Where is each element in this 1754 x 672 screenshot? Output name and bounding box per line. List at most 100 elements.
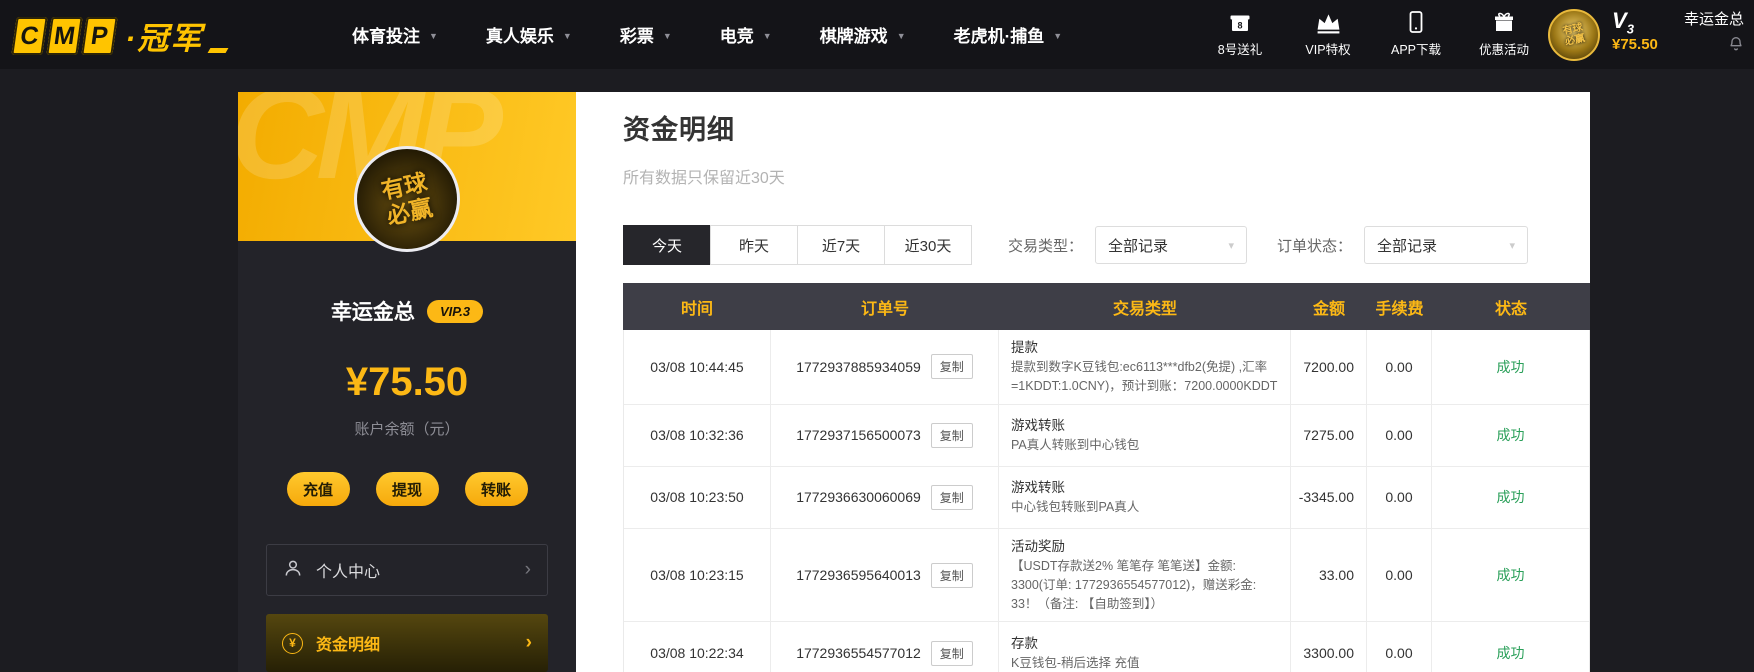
nav-item-slots-fishing[interactable]: 老虎机·捕鱼 ▼ xyxy=(954,22,1063,47)
quick-link-vip[interactable]: VIP特权 xyxy=(1296,8,1360,58)
cell-time: 03/08 10:23:15 xyxy=(624,528,771,623)
cell-amount: 33.00 xyxy=(1291,528,1367,623)
cell-order: 1772937885934059 复制 xyxy=(771,330,999,405)
table-row: 03/08 10:44:45 1772937885934059 复制 提款 提款… xyxy=(624,330,1589,405)
sidebar-item-label: 个人中心 xyxy=(316,564,381,581)
transaction-type-select[interactable]: 全部记录 ▾ xyxy=(1095,226,1248,264)
person-icon xyxy=(283,558,303,583)
cell-fee: 0.00 xyxy=(1367,330,1432,405)
profile-name-row: 幸运金总 VIP.3 xyxy=(238,296,576,326)
table-row: 03/08 10:32:36 1772937156500073 复制 游戏转账 … xyxy=(624,404,1589,467)
cell-type: 活动奖励 【USDT存款送2% 笔笔存 笔笔送】金额: 3300(订单: 177… xyxy=(999,528,1291,623)
cell-order: 1772936554577012 复制 xyxy=(771,622,999,672)
fund-details-panel: 资金明细 所有数据只保留近30天 今天 昨天 近7天 近30天 交易类型： 全部… xyxy=(576,92,1590,672)
logo-letter: M xyxy=(46,16,83,55)
cell-amount: 3300.00 xyxy=(1291,622,1367,672)
nav-item-live-casino[interactable]: 真人娱乐 ▼ xyxy=(486,22,572,47)
gift-8-icon: 8 xyxy=(1228,8,1252,34)
filter-controls: 今天 昨天 近7天 近30天 交易类型： 全部记录 ▾ 订单状态： 全部记录 ▾ xyxy=(623,225,1590,265)
withdraw-button[interactable]: 提现 xyxy=(375,472,439,506)
table-body: 03/08 10:44:45 1772937885934059 复制 提款 提款… xyxy=(623,330,1590,672)
chevron-down-icon: ▼ xyxy=(429,30,438,41)
nav-item-label: 棋牌游戏 xyxy=(819,27,888,46)
quick-link-label: 8号送礼 xyxy=(1217,43,1263,57)
filter-label: 订单状态： xyxy=(1277,237,1353,255)
chevron-right-icon: › xyxy=(524,559,531,580)
wallet-actions: 充值 提现 转账 xyxy=(238,472,576,506)
quick-links: 8 8号送礼 VIP特权 APP下载 优惠活动 xyxy=(1208,8,1536,58)
order-number: 1772936554577012 xyxy=(796,645,921,662)
profile-avatar[interactable]: 有球必赢 xyxy=(354,146,460,252)
page-subtitle: 所有数据只保留近30天 xyxy=(623,170,785,187)
transaction-desc: K豆钱包-稍后选择 充值 xyxy=(1011,656,1140,670)
account-balance: ¥75.50 xyxy=(345,360,469,404)
site-logo[interactable]: C M P ·冠军 xyxy=(11,13,229,58)
cell-amount: -3345.00 xyxy=(1291,466,1367,529)
header-username[interactable]: 幸运金总 xyxy=(1684,8,1744,29)
cell-fee: 0.00 xyxy=(1367,404,1432,467)
quick-link-app[interactable]: APP下载 xyxy=(1384,8,1448,58)
nav-item-sports[interactable]: 体育投注 ▼ xyxy=(352,22,438,47)
transaction-desc: 中心钱包转账到PA真人 xyxy=(1011,500,1140,514)
transaction-desc: 提款到数字K豆钱包:ec6113***dfb2(免提) ,汇率=1KDDT:1.… xyxy=(1011,360,1278,393)
transaction-type: 活动奖励 xyxy=(1011,538,1065,554)
status-badge: 成功 xyxy=(1432,529,1589,623)
copy-button[interactable]: 复制 xyxy=(930,484,973,510)
cell-order: 1772936630060069 复制 xyxy=(771,466,999,529)
status-badge: 成功 xyxy=(1432,330,1589,405)
status-badge: 成功 xyxy=(1432,467,1589,529)
tab-today[interactable]: 今天 xyxy=(623,225,711,265)
cell-type: 提款 提款到数字K豆钱包:ec6113***dfb2(免提) ,汇率=1KDDT… xyxy=(999,330,1291,405)
tab-30days[interactable]: 近30天 xyxy=(884,225,972,265)
order-status-select[interactable]: 全部记录 ▾ xyxy=(1364,226,1529,264)
select-value: 全部记录 xyxy=(1108,237,1169,255)
copy-button[interactable]: 复制 xyxy=(930,562,973,588)
profile-sidebar: CMP 有球必赢 幸运金总 VIP.3 ¥75.50 账户余额（元） 充值 提现… xyxy=(238,92,576,672)
cell-order: 1772936595640013 复制 xyxy=(771,528,999,623)
quick-link-promos[interactable]: 优惠活动 xyxy=(1472,8,1536,58)
copy-button[interactable]: 复制 xyxy=(930,354,973,380)
quick-link-gift8[interactable]: 8 8号送礼 xyxy=(1208,8,1272,58)
copy-button[interactable]: 复制 xyxy=(930,640,973,666)
main-menu: 体育投注 ▼ 真人娱乐 ▼ 彩票 ▼ 电竞 ▼ 棋牌游戏 ▼ 老虎机·捕鱼 ▼ xyxy=(352,0,1062,69)
tab-yesterday[interactable]: 昨天 xyxy=(710,225,798,265)
account-corner: 幸运金总 xyxy=(1684,8,1744,56)
transaction-type: 游戏转账 xyxy=(1011,479,1065,495)
transfer-button[interactable]: 转账 xyxy=(464,472,528,506)
logo-letter: P xyxy=(81,16,118,55)
nav-item-esports[interactable]: 电竞 ▼ xyxy=(720,22,772,47)
transaction-type: 提款 xyxy=(1011,340,1038,355)
order-number: 1772937885934059 xyxy=(796,358,921,375)
nav-item-board-games[interactable]: 棋牌游戏 ▼ xyxy=(820,22,906,47)
transaction-desc: PA真人转账到中心钱包 xyxy=(1011,438,1140,452)
order-status-filter: 订单状态： 全部记录 ▾ xyxy=(1277,226,1529,264)
quick-link-label: 优惠活动 xyxy=(1478,43,1529,57)
sidebar-item-fund-details[interactable]: ¥ 资金明细 › xyxy=(266,614,548,672)
gift-box-icon xyxy=(1492,8,1516,34)
tab-7days[interactable]: 近7天 xyxy=(797,225,885,265)
bell-icon[interactable] xyxy=(1728,35,1744,56)
copy-button[interactable]: 复制 xyxy=(930,422,973,448)
deposit-button[interactable]: 充值 xyxy=(286,472,350,506)
table-row: 03/08 10:22:34 1772936554577012 复制 存款 K豆… xyxy=(624,622,1589,672)
nav-item-lottery[interactable]: 彩票 ▼ xyxy=(620,22,672,47)
table-row: 03/08 10:23:50 1772936630060069 复制 游戏转账 … xyxy=(624,466,1589,529)
transaction-desc: 【USDT存款送2% 笔笔存 笔笔送】金额: 3300(订单: 17729365… xyxy=(1011,559,1257,611)
cell-order: 1772937156500073 复制 xyxy=(771,404,999,467)
logo-text: ·冠军 xyxy=(125,21,204,56)
cell-time: 03/08 10:22:34 xyxy=(624,622,771,672)
sidebar-item-label: 资金明细 xyxy=(316,637,381,654)
logo-letter: C xyxy=(11,16,48,55)
sidebar-item-personal-center[interactable]: 个人中心 › xyxy=(266,544,548,596)
user-avatar[interactable]: 有球必赢 xyxy=(1548,9,1600,61)
yen-circle-icon: ¥ xyxy=(282,632,303,654)
vip-level-badge: V3 xyxy=(1612,8,1634,37)
column-header-amount: 金额 xyxy=(1312,300,1345,318)
nav-item-label: 老虎机·捕鱼 xyxy=(953,27,1045,46)
cell-type: 存款 K豆钱包-稍后选择 充值 xyxy=(999,622,1291,672)
cell-time: 03/08 10:44:45 xyxy=(624,330,771,405)
profile-username: 幸运金总 xyxy=(330,301,415,324)
nav-item-label: 彩票 xyxy=(619,27,654,46)
order-number: 1772937156500073 xyxy=(796,427,921,444)
column-header-fee: 手续费 xyxy=(1375,300,1424,318)
